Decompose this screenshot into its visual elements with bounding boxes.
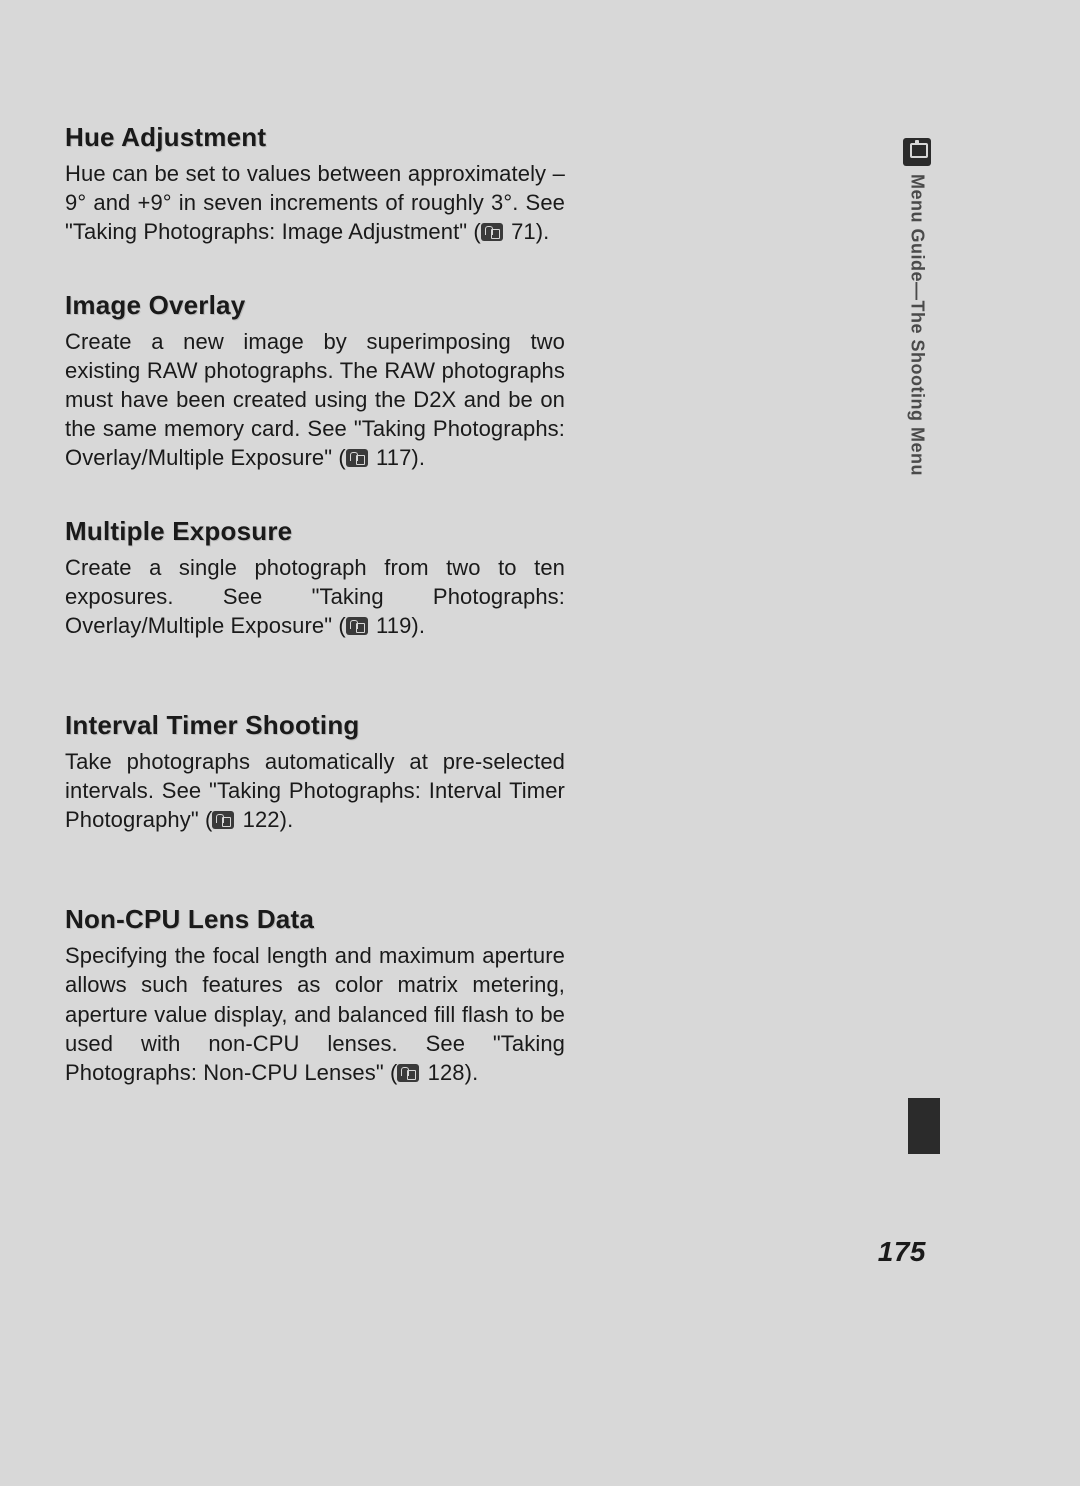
- section-image-overlay: Image Overlay Create a new image by supe…: [65, 290, 565, 472]
- section-body: Create a single photograph from two to t…: [65, 553, 565, 640]
- section-heading: Image Overlay: [65, 290, 565, 321]
- section-body: Hue can be set to values between approxi…: [65, 159, 565, 246]
- manual-page: Hue Adjustment Hue can be set to values …: [0, 0, 1080, 1486]
- camera-icon: [903, 138, 931, 166]
- section-body: Create a new image by superimposing two …: [65, 327, 565, 472]
- body-text-post: ).: [411, 613, 425, 638]
- body-text-pre: Create a single photograph from two to t…: [65, 555, 565, 638]
- body-text-post: ).: [536, 219, 550, 244]
- page-ref-number: 117: [376, 445, 411, 470]
- page-ref-number: 128: [428, 1060, 465, 1085]
- body-text-pre: Create a new image by superimposing two …: [65, 329, 565, 470]
- section-body: Take photographs automatically at pre-se…: [65, 747, 565, 834]
- section-body: Specifying the focal length and maximum …: [65, 941, 565, 1086]
- body-text-pre: Take photographs automatically at pre-se…: [65, 749, 565, 832]
- page-ref-number: 71: [511, 219, 536, 244]
- body-text-post: ).: [465, 1060, 479, 1085]
- page-ref-icon: [212, 811, 234, 829]
- section-heading: Non-CPU Lens Data: [65, 904, 565, 935]
- section-interval-timer: Interval Timer Shooting Take photographs…: [65, 710, 565, 834]
- page-number: 175: [878, 1236, 926, 1268]
- side-tab: Menu Guide—The Shooting Menu: [902, 138, 932, 476]
- section-heading: Interval Timer Shooting: [65, 710, 565, 741]
- page-ref-icon: [346, 617, 368, 635]
- section-non-cpu-lens: Non-CPU Lens Data Specifying the focal l…: [65, 904, 565, 1086]
- thumb-index-tab: [908, 1098, 940, 1154]
- section-hue-adjustment: Hue Adjustment Hue can be set to values …: [65, 122, 565, 246]
- page-ref-icon: [346, 449, 368, 467]
- page-ref-icon: [397, 1064, 419, 1082]
- page-ref-number: 119: [376, 613, 411, 638]
- page-ref-number: 122: [243, 807, 280, 832]
- section-heading: Multiple Exposure: [65, 516, 565, 547]
- body-text-pre: Specifying the focal length and maximum …: [65, 943, 565, 1084]
- section-heading: Hue Adjustment: [65, 122, 565, 153]
- body-text-post: ).: [280, 807, 294, 832]
- body-text-post: ).: [411, 445, 425, 470]
- side-tab-label: Menu Guide—The Shooting Menu: [907, 174, 928, 476]
- page-ref-icon: [481, 223, 503, 241]
- content-column: Hue Adjustment Hue can be set to values …: [65, 122, 565, 1131]
- section-multiple-exposure: Multiple Exposure Create a single photog…: [65, 516, 565, 640]
